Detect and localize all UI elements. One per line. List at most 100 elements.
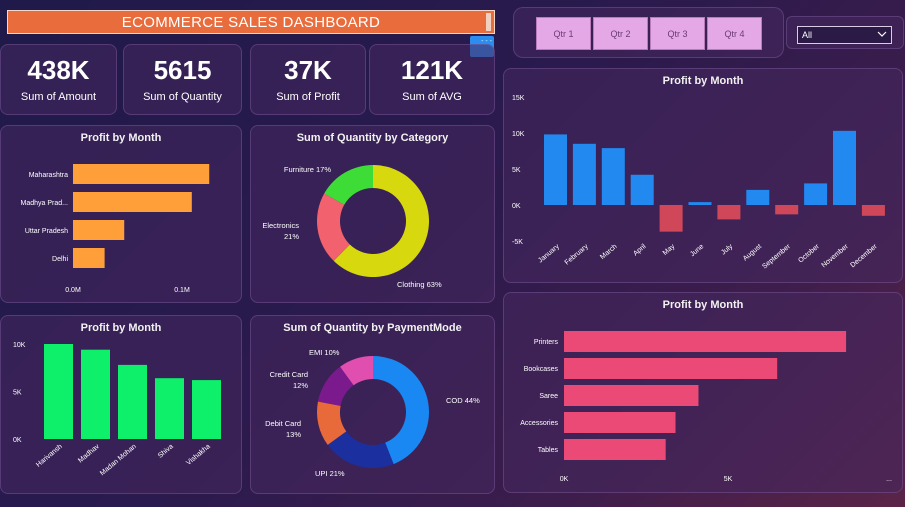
tick-label: 0K [560,476,569,483]
slice-label: COD 44% [446,396,480,405]
customer-profit-chart: 10K 5K 0K Harivansh MadhavMadan Mohan Shiva Vi… [13,342,221,477]
category-label: April [632,243,648,258]
category-label: July [720,243,734,257]
tick-label: 10K [13,342,26,349]
bar [73,220,125,240]
bar [630,174,654,205]
payment-quantity-chart: COD 44% UPI 21% Debit Card 13% Credit Card 12… [265,348,480,478]
bar [564,331,847,352]
kpi-label: Sum of Amount [20,90,97,103]
bar [81,349,110,439]
category-label: October [797,243,821,265]
bar [601,148,625,205]
category-label: Delhi [52,256,68,263]
slice-label: Credit Card 12% [270,370,309,390]
monthly-profit-card: Profit by Month 15K 10K 5K 0K -5K January Febr… [503,68,903,283]
tick-label: ... [886,476,892,483]
bar [564,358,778,379]
tick-label: 0K [512,203,521,210]
qtr-4-button[interactable]: Qtr 4 [707,17,762,50]
slice-label: Furniture 17% [284,165,331,174]
category-label: Uttar Pradesh [25,228,68,235]
bar [775,205,799,215]
slice-label: Debit Card 13% [265,419,301,439]
bar [544,134,567,205]
bar [804,183,828,205]
kpi-card-quantity: 5615 Sum of Quantity [123,44,242,115]
kpi-card-profit: 37K Sum of Profit [250,44,366,115]
kpi-card-avg: 121K Sum of AVG [369,44,495,115]
tick-label: 0.1M [174,287,190,294]
category-label: Madhav [77,443,101,465]
bar [572,143,596,205]
kpi-card-amount: 438K Sum of Amount [0,44,117,115]
category-label: January [537,243,561,265]
category-label: August [742,243,763,262]
tick-label: 15K [512,95,525,102]
tick-label: 10K [512,131,525,138]
subcategory-profit-card: Profit by Month Printers Bookcases Saree Ac… [503,292,903,493]
bar [564,439,666,460]
slice-label: Clothing 63% [397,280,442,289]
chevron-down-icon [877,31,887,37]
category-label: Bookcases [524,366,559,373]
category-label: Accessories [520,420,558,427]
state-profit-chart: Maharashtra Madhya Prad... Uttar Pradesh De… [21,164,210,294]
subcategory-profit-chart: Printers Bookcases Saree Accessories Tables 0… [520,331,892,483]
tick-label: 5K [13,390,22,397]
kpi-value: 37K [284,55,332,86]
qtr-1-button[interactable]: Qtr 1 [536,17,591,50]
customer-profit-card: Profit by Month 10K 5K 0K Harivansh Madhav Ma… [0,315,242,494]
resize-handle[interactable] [486,13,491,31]
kpi-label: Sum of AVG [402,90,462,103]
bar [746,189,770,205]
kpi-value: 121K [400,55,464,86]
bar [688,202,712,205]
state-profit-card: Profit by Month Maharashtra Madhya Prad..… [0,125,242,303]
kpi-label: Sum of Quantity [143,90,222,103]
qtr-3-button[interactable]: Qtr 3 [650,17,705,50]
qtr-2-button[interactable]: Qtr 2 [593,17,648,50]
kpi-label: Sum of Profit [276,90,340,103]
category-label: Shiva [157,443,175,460]
category-label: May [662,243,677,257]
payment-quantity-card: Sum of Quantity by PaymentMode COD 44% UP… [250,315,495,494]
category-label: December [849,243,879,270]
category-label: Harivansh [35,443,64,469]
filter-dropdown[interactable]: All [797,26,892,44]
monthly-profit-chart: 15K 10K 5K 0K -5K January February March April Ma… [512,95,885,271]
dashboard-title: ECOMMERCE SALES DASHBOARD [121,13,381,31]
slice-label: UPI 21% [315,469,345,478]
category-label: November [821,243,851,270]
bar [73,192,192,212]
bar [192,380,221,439]
category-label: June [689,243,705,258]
kpi-value: 5615 [153,55,212,86]
tick-label: 0.0M [65,287,81,294]
bar [73,164,210,184]
tick-label: -5K [512,239,523,246]
tick-label: 5K [724,476,733,483]
slice-label: EMI 10% [309,348,340,357]
category-label: February [564,243,590,267]
bar [833,130,856,205]
bar [564,385,699,406]
category-label: Vishakha [185,443,212,467]
bar [44,344,73,439]
filter-selected-value: All [802,30,813,40]
bar [659,205,683,232]
bar [73,248,105,268]
slice-label: Electronics 21% [262,221,299,241]
bar [717,205,741,220]
category-label: Madhya Prad... [21,200,69,207]
filter-slicer: All [786,16,904,49]
bar [564,412,676,433]
tick-label: 5K [512,167,521,174]
bar [861,205,885,216]
category-label: Printers [534,339,559,346]
kpi-value: 438K [27,55,90,86]
category-label: Tables [538,447,559,454]
category-label: Madan Mohan [99,443,138,477]
bar [155,378,184,439]
category-quantity-card: Sum of Quantity by Category Clothing 63%… [250,125,495,303]
